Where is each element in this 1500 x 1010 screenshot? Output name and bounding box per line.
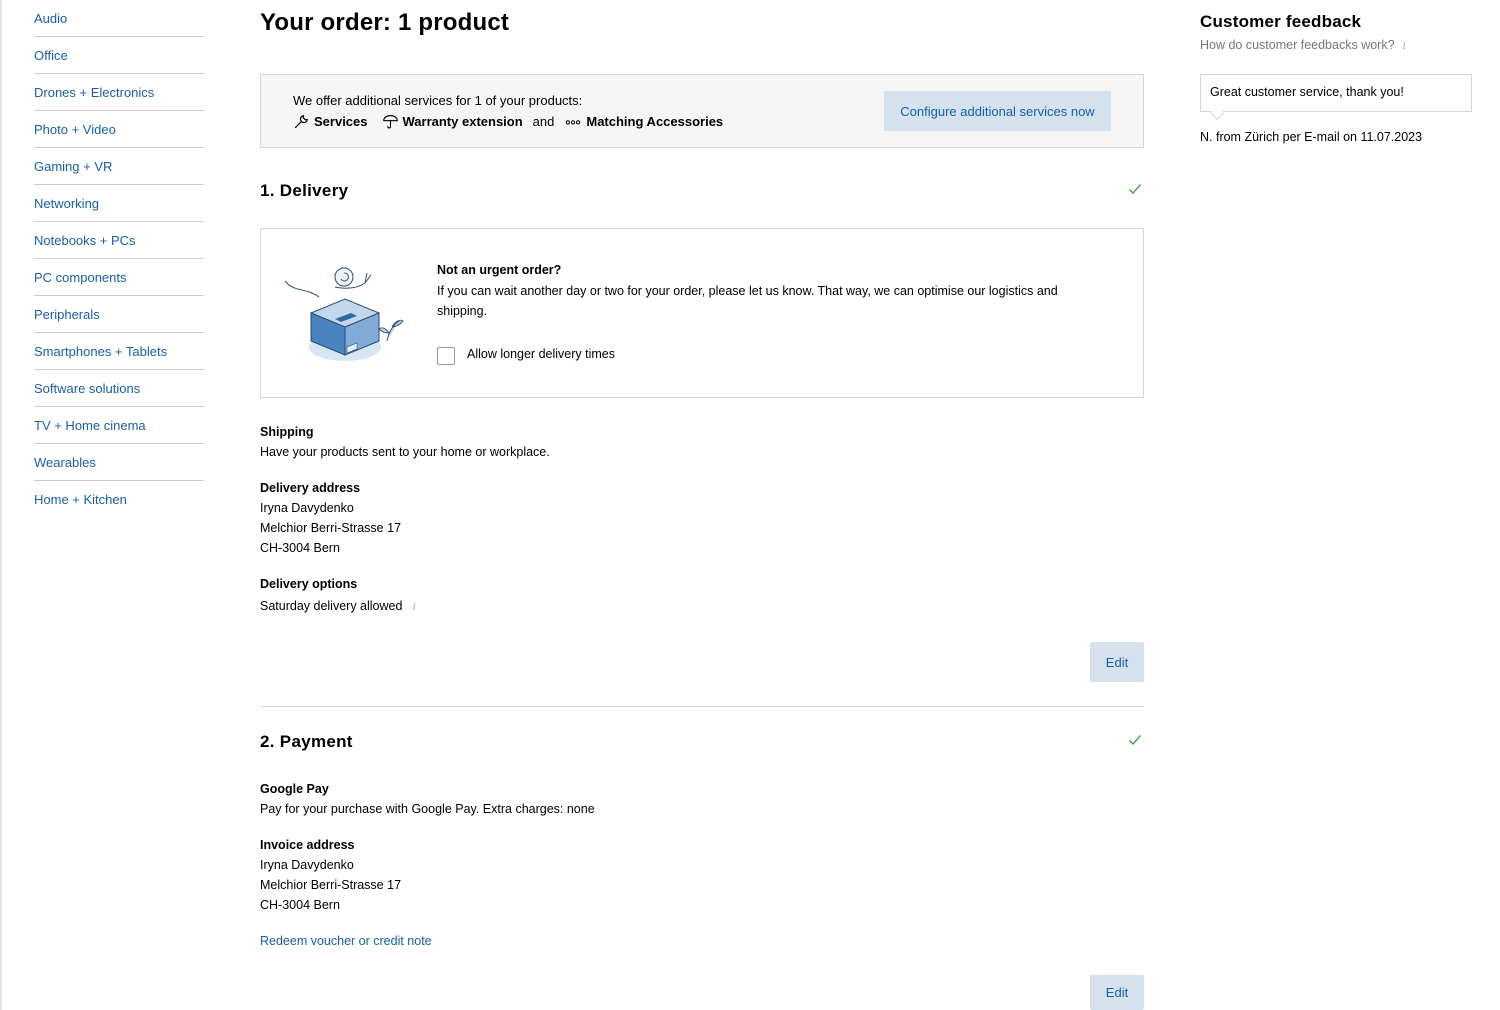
service-accessories-label: Matching Accessories (586, 114, 724, 129)
payment-method-label: Google Pay (260, 782, 329, 796)
shipping-block: Shipping Have your products sent to your… (260, 422, 550, 462)
invoice-address-street: Melchior Berri-Strasse 17 (260, 878, 402, 892)
feedback-quote: Great customer service, thank you! (1200, 74, 1472, 112)
sidebar-item-pc-components[interactable]: PC components (34, 259, 204, 296)
invoice-address-label: Invoice address (260, 838, 355, 852)
voucher-block: Redeem voucher or credit note (260, 931, 432, 951)
sidebar-item-drones-electronics[interactable]: Drones + Electronics (34, 74, 204, 111)
service-warranty: Warranty extension (382, 113, 523, 130)
payment-method-text: Pay for your purchase with Google Pay. E… (260, 802, 595, 816)
urgent-title: Not an urgent order? (437, 263, 562, 277)
category-sidebar: Audio Office Drones + Electronics Photo … (34, 0, 204, 518)
services-and: and (532, 114, 555, 129)
sidebar-item-networking[interactable]: Networking (34, 185, 204, 222)
sidebar-item-audio[interactable]: Audio (34, 0, 204, 37)
more-dots-icon (566, 120, 581, 125)
services-intro: We offer additional services for 1 of yo… (293, 93, 583, 108)
snail-package-illustration (284, 267, 404, 361)
configure-services-button[interactable]: Configure additional services now (884, 91, 1111, 131)
page-title: Your order: 1 product (260, 9, 510, 36)
service-services: Services (293, 113, 368, 130)
delivery-section-title: 1. Delivery (260, 181, 349, 200)
delivery-address-street: Melchior Berri-Strasse 17 (260, 521, 402, 535)
sidebar-item-tv-home-cinema[interactable]: TV + Home cinema (34, 407, 204, 444)
longer-delivery-checkbox[interactable] (437, 347, 455, 365)
edit-delivery-button[interactable]: Edit (1090, 642, 1144, 682)
umbrella-icon (382, 115, 398, 129)
service-warranty-label: Warranty extension (402, 114, 523, 129)
sidebar-item-gaming-vr[interactable]: Gaming + VR (34, 148, 204, 185)
delivery-check-icon (1129, 184, 1141, 194)
additional-services-banner: We offer additional services for 1 of yo… (260, 74, 1144, 148)
services-list: Services Warranty extension and Matching (293, 113, 723, 130)
feedback-info-icon[interactable]: i (1403, 39, 1407, 52)
feedback-title: Customer feedback (1200, 12, 1362, 31)
delivery-options-block: Delivery options Saturday delivery allow… (260, 574, 416, 617)
delivery-address-city: CH-3004 Bern (260, 541, 340, 555)
checkout-page: Audio Office Drones + Electronics Photo … (0, 0, 1500, 1010)
sidebar-item-notebooks-pcs[interactable]: Notebooks + PCs (34, 222, 204, 259)
sidebar-item-smartphones-tablets[interactable]: Smartphones + Tablets (34, 333, 204, 370)
service-accessories: Matching Accessories (564, 113, 723, 130)
sidebar-item-wearables[interactable]: Wearables (34, 444, 204, 481)
delivery-address-label: Delivery address (260, 481, 361, 495)
delivery-options-text: Saturday delivery allowed (260, 599, 403, 613)
delivery-address-name: Iryna Davydenko (260, 501, 354, 515)
invoice-address-block: Invoice address Iryna Davydenko Melchior… (260, 835, 401, 915)
sidebar-item-home-kitchen[interactable]: Home + Kitchen (34, 481, 204, 518)
sidebar-item-software-solutions[interactable]: Software solutions (34, 370, 204, 407)
payment-check-icon (1129, 735, 1141, 745)
payment-method-block: Google Pay Pay for your purchase with Go… (260, 779, 595, 819)
invoice-address-city: CH-3004 Bern (260, 898, 340, 912)
redeem-voucher-link[interactable]: Redeem voucher or credit note (260, 934, 432, 948)
payment-section-title: 2. Payment (260, 732, 353, 751)
delivery-options-row: Saturday delivery allowed i (260, 596, 416, 617)
longer-delivery-label[interactable]: Allow longer delivery times (467, 347, 615, 361)
delivery-options-label: Delivery options (260, 577, 358, 591)
urgent-text: If you can wait another day or two for y… (437, 284, 1058, 318)
sidebar-item-peripherals[interactable]: Peripherals (34, 296, 204, 333)
wrench-icon (294, 115, 308, 129)
delivery-address-block: Delivery address Iryna Davydenko Melchio… (260, 478, 401, 558)
sidebar-item-office[interactable]: Office (34, 37, 204, 74)
sidebar-item-photo-video[interactable]: Photo + Video (34, 111, 204, 148)
shipping-label: Shipping (260, 425, 314, 439)
section-divider (260, 706, 1144, 707)
shipping-text: Have your products sent to your home or … (260, 445, 550, 459)
service-services-label: Services (314, 114, 368, 129)
feedback-subtitle[interactable]: How do customer feedbacks work? (1200, 38, 1395, 52)
feedback-author: N. from Zürich per E-mail on 11.07.2023 (1200, 130, 1423, 144)
feedback-subtitle-row: How do customer feedbacks work? i (1200, 38, 1406, 52)
info-icon[interactable]: i (412, 600, 416, 613)
invoice-address-name: Iryna Davydenko (260, 858, 354, 872)
edit-payment-button[interactable]: Edit (1090, 975, 1144, 1010)
urgent-order-box: Not an urgent order? If you can wait ano… (260, 228, 1144, 398)
